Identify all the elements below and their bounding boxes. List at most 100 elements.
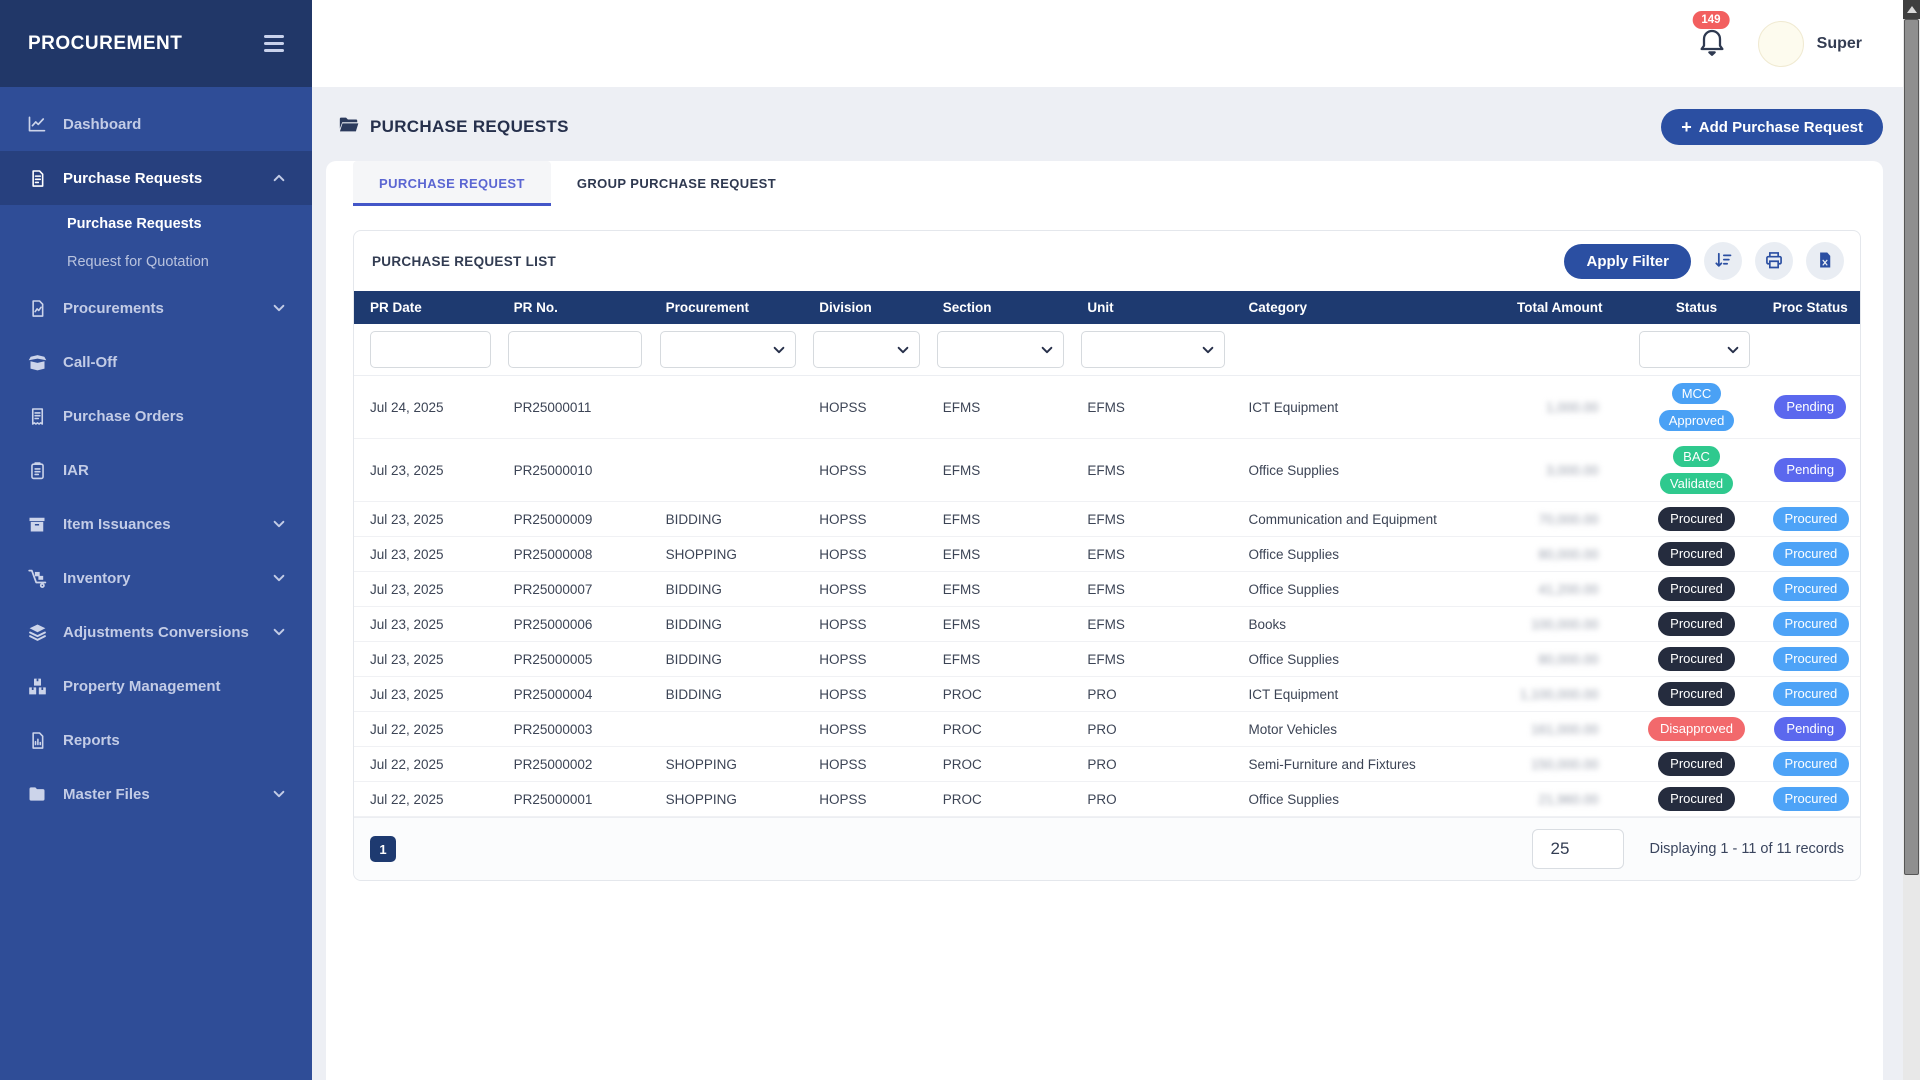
cell-category: Office Supplies (1236, 782, 1492, 817)
sidebar-item-label: Procurements (63, 300, 164, 317)
add-purchase-request-button[interactable]: + Add Purchase Request (1661, 109, 1883, 145)
box-open-icon (26, 351, 48, 373)
chevron-up-icon (272, 171, 286, 185)
filter-select-section[interactable] (937, 331, 1064, 368)
status-badge-procured: Procured (1658, 542, 1735, 566)
table-row-pr25000001[interactable]: Jul 22, 2025PR25000001SHOPPINGHOPSSPROCP… (354, 782, 1860, 817)
cell-category: ICT Equipment (1236, 376, 1492, 439)
printer-icon (1764, 250, 1784, 273)
chevron-down-icon (272, 787, 286, 801)
sort-button[interactable] (1704, 242, 1742, 280)
filter-cell-pr-date (354, 324, 502, 376)
sidebar-item-inventory[interactable]: Inventory (0, 551, 312, 605)
table-row-pr25000011[interactable]: Jul 24, 2025PR25000011HOPSSEFMSEFMSICT E… (354, 376, 1860, 439)
cell-pr-no: PR25000011 (502, 376, 654, 439)
status-badge-procured: Procured (1658, 612, 1735, 636)
filter-select-division[interactable] (813, 331, 920, 368)
sidebar-item-item-issuances[interactable]: Item Issuances (0, 497, 312, 551)
sidebar-item-purchase-requests[interactable]: Purchase Requests (0, 151, 312, 205)
table-row-pr25000005[interactable]: Jul 23, 2025PR25000005BIDDINGHOPSSEFMSEF… (354, 642, 1860, 677)
file-excel-icon (1816, 251, 1834, 272)
main-area: 149 Super PURCHASE REQUESTS + (312, 0, 1920, 1080)
cell-total-amount: 1,000.00 (1492, 376, 1632, 439)
sidebar-item-purchase-orders[interactable]: Purchase Orders (0, 389, 312, 443)
filter-cell-section (931, 324, 1076, 376)
per-page-input[interactable] (1532, 829, 1624, 869)
chevron-down-icon (896, 343, 910, 357)
table-row-pr25000003[interactable]: Jul 22, 2025PR25000003HOPSSPROCPROMotor … (354, 712, 1860, 747)
sidebar-item-dashboard[interactable]: Dashboard (0, 97, 312, 151)
status-badge-procured: Procured (1658, 682, 1735, 706)
cell-division: HOPSS (807, 782, 930, 817)
sidebar-item-property-management[interactable]: Property Management (0, 659, 312, 713)
table-row-pr25000006[interactable]: Jul 23, 2025PR25000006BIDDINGHOPSSEFMSEF… (354, 607, 1860, 642)
table-row-pr25000004[interactable]: Jul 23, 2025PR25000004BIDDINGHOPSSPROCPR… (354, 677, 1860, 712)
sidebar-subitem-purchase-requests[interactable]: Purchase Requests (0, 205, 312, 243)
status-badge-mcc-approved: MCC Approved (1659, 383, 1735, 431)
cell-category: Office Supplies (1236, 439, 1492, 502)
cell-procurement: BIDDING (654, 677, 808, 712)
tab-purchase-request[interactable]: PURCHASE REQUEST (353, 161, 551, 206)
cell-unit: EFMS (1075, 537, 1236, 572)
table-row-pr25000007[interactable]: Jul 23, 2025PR25000007BIDDINGHOPSSEFMSEF… (354, 572, 1860, 607)
chevron-down-icon (772, 343, 786, 357)
page-head: PURCHASE REQUESTS + Add Purchase Request (326, 103, 1883, 161)
chevron-down-icon (272, 517, 286, 531)
export-excel-button[interactable] (1806, 242, 1844, 280)
status-badge-procured: Procured (1658, 507, 1735, 531)
sidebar-subitem-request-for-quotation[interactable]: Request for Quotation (0, 243, 312, 281)
table-row-pr25000008[interactable]: Jul 23, 2025PR25000008SHOPPINGHOPSSEFMSE… (354, 537, 1860, 572)
tab-bar: PURCHASE REQUESTGROUP PURCHASE REQUEST (326, 161, 1883, 206)
scrollbar-thumb[interactable] (1904, 19, 1919, 875)
sidebar-item-call-off[interactable]: Call-Off (0, 335, 312, 389)
user-name[interactable]: Super (1817, 35, 1862, 53)
status-badge-procured: Procured (1773, 507, 1850, 531)
tab-group-purchase-request[interactable]: GROUP PURCHASE REQUEST (551, 161, 802, 206)
print-button[interactable] (1755, 242, 1793, 280)
table-row-pr25000002[interactable]: Jul 22, 2025PR25000002SHOPPINGHOPSSPROCP… (354, 747, 1860, 782)
cell-section: PROC (931, 747, 1076, 782)
filter-cell-pr-no (502, 324, 654, 376)
cell-category: Office Supplies (1236, 642, 1492, 677)
cell-pr-no: PR25000009 (502, 502, 654, 537)
column-header-pr-date: PR Date (354, 291, 502, 324)
scroll-up-arrow-icon[interactable] (1903, 0, 1920, 19)
hamburger-menu-icon[interactable] (264, 35, 284, 52)
status-badge-bac-validated: BAC Validated (1660, 446, 1733, 494)
table-header-row: PR DatePR No.ProcurementDivisionSectionU… (354, 291, 1860, 324)
filter-select-status[interactable] (1639, 331, 1750, 368)
file-lines-icon (26, 167, 48, 189)
filter-cell-unit (1075, 324, 1236, 376)
page-1-button[interactable]: 1 (370, 836, 396, 862)
cell-status: Disapproved (1633, 712, 1761, 747)
sidebar-item-reports[interactable]: Reports (0, 713, 312, 767)
sidebar-item-master-files[interactable]: Master Files (0, 767, 312, 821)
notifications-button[interactable]: 149 (1696, 25, 1728, 62)
pagination: 1 Displaying 1 - 11 of 11 records (354, 817, 1860, 880)
cell-category: Communication and Equipment (1236, 502, 1492, 537)
filter-select-unit[interactable] (1081, 331, 1224, 368)
filter-select-procurement[interactable] (660, 331, 796, 368)
cell-division: HOPSS (807, 376, 930, 439)
table-row-pr25000009[interactable]: Jul 23, 2025PR25000009BIDDINGHOPSSEFMSEF… (354, 502, 1860, 537)
filter-input-pr-date[interactable] (370, 331, 491, 368)
column-header-division: Division (807, 291, 930, 324)
sidebar-item-procurements[interactable]: Procurements (0, 281, 312, 335)
cell-division: HOPSS (807, 537, 930, 572)
status-badge-procured: Procured (1658, 787, 1735, 811)
column-header-unit: Unit (1075, 291, 1236, 324)
cell-proc-status: Procured (1761, 747, 1860, 782)
cell-division: HOPSS (807, 502, 930, 537)
sidebar-item-iar[interactable]: IAR (0, 443, 312, 497)
sidebar-item-adjustments-conversions[interactable]: Adjustments Conversions (0, 605, 312, 659)
vertical-scrollbar[interactable] (1903, 0, 1920, 1080)
filter-input-pr-no[interactable] (508, 331, 642, 368)
records-summary: Displaying 1 - 11 of 11 records (1649, 841, 1844, 857)
status-badge-pending: Pending (1774, 717, 1846, 741)
chevron-down-icon (272, 571, 286, 585)
column-header-pr-no: PR No. (502, 291, 654, 324)
apply-filter-button[interactable]: Apply Filter (1564, 244, 1691, 279)
avatar[interactable] (1758, 21, 1804, 67)
cell-pr-no: PR25000005 (502, 642, 654, 677)
table-row-pr25000010[interactable]: Jul 23, 2025PR25000010HOPSSEFMSEFMSOffic… (354, 439, 1860, 502)
